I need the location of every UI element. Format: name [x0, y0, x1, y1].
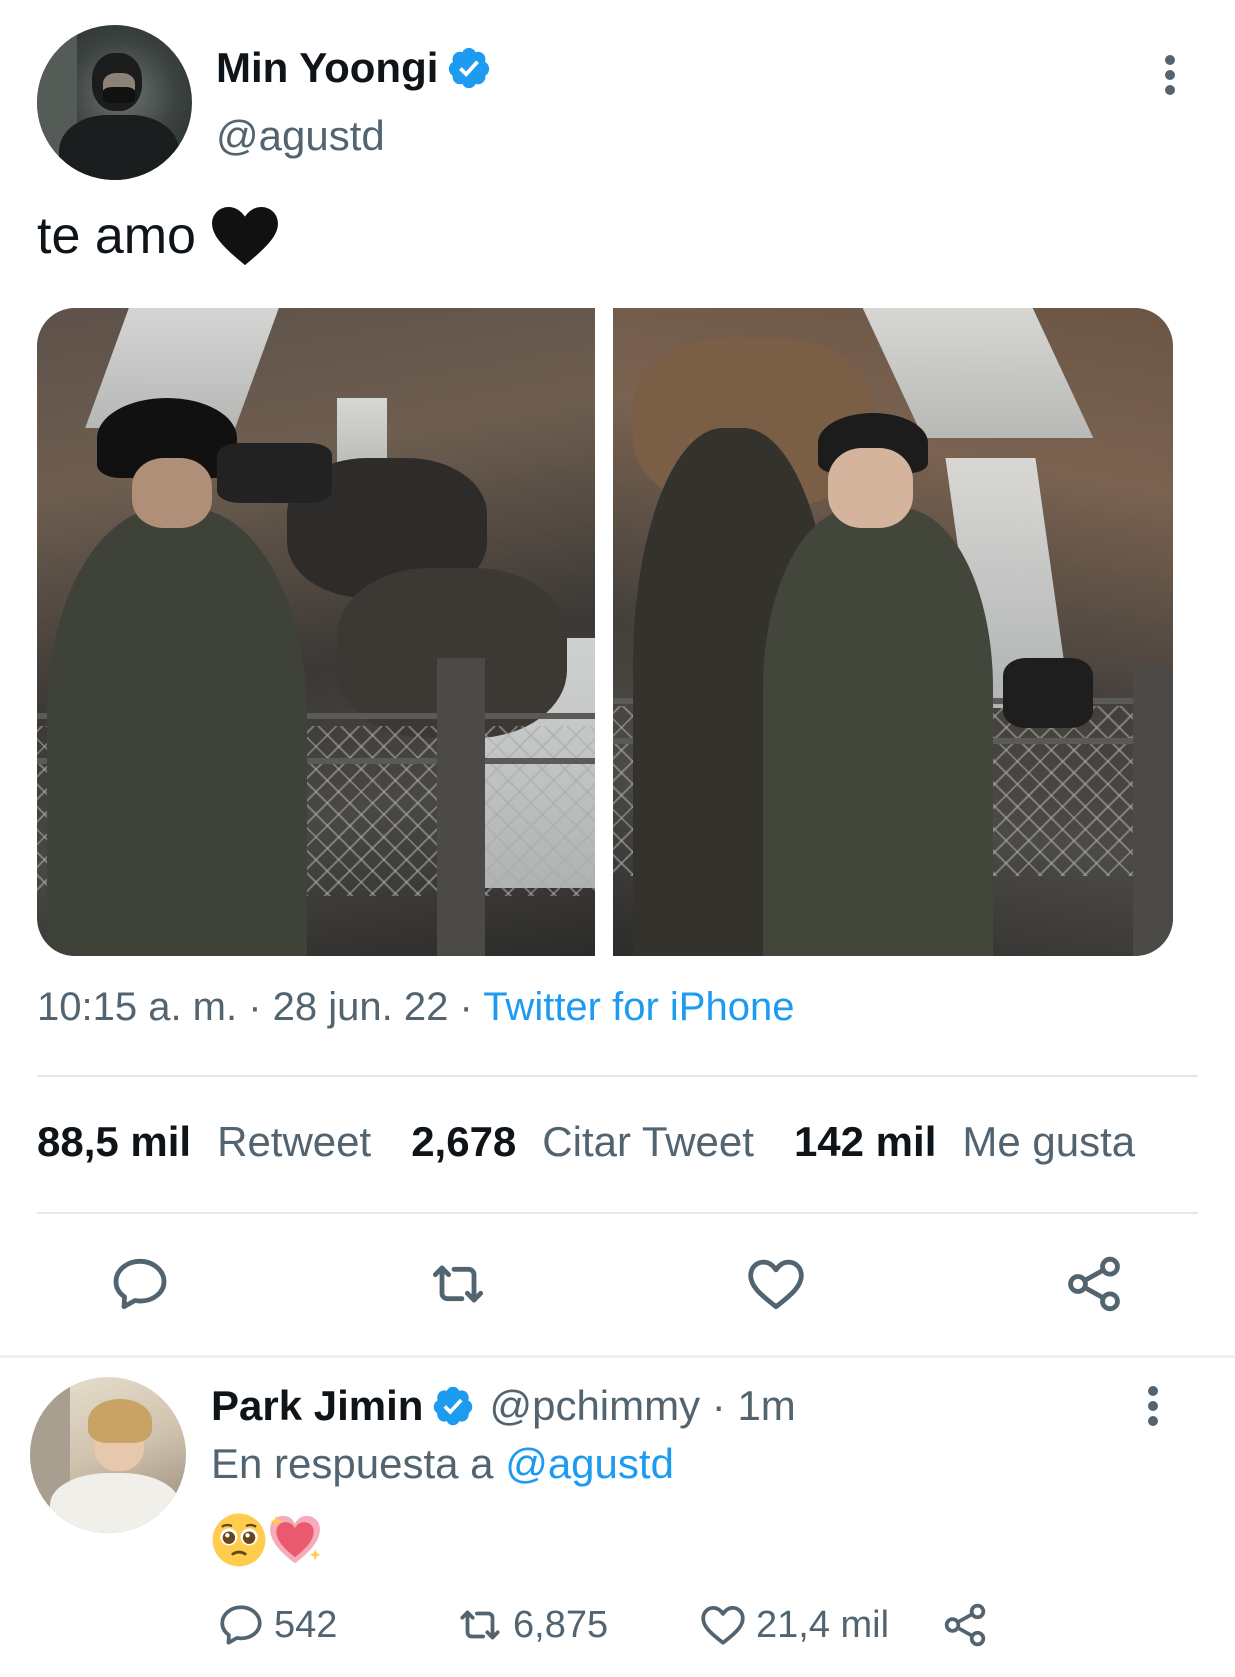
tweet-stats: 88,5 mil Retweet 2,678 Citar Tweet 142 mil…: [37, 1118, 1135, 1166]
tweet-meta: 10:15 a. m. · 28 jun. 22 · Twitter for i…: [37, 985, 794, 1030]
quotes-label: Citar Tweet: [542, 1118, 754, 1165]
like-icon: [701, 1606, 745, 1645]
divider: [37, 1075, 1198, 1077]
tweet-media[interactable]: [37, 308, 1173, 956]
tweet-photo-2[interactable]: [613, 308, 1173, 956]
author-name-row[interactable]: Min Yoongi: [216, 43, 492, 93]
more-options-icon[interactable]: [1155, 50, 1185, 100]
likes-stat[interactable]: 142 mil Me gusta: [794, 1118, 1135, 1166]
reply-time-separator: ·: [700, 1382, 738, 1429]
retweet-button[interactable]: [426, 1252, 490, 1316]
retweets-count: 88,5 mil: [37, 1118, 192, 1165]
tweet-photo-1[interactable]: [37, 308, 595, 956]
reply-time: 1m: [737, 1382, 796, 1429]
sparkling-heart-icon: [270, 1515, 321, 1564]
reply-like-button[interactable]: 21,4 mil: [698, 1600, 889, 1650]
like-button[interactable]: [744, 1252, 808, 1316]
reply-author-handle[interactable]: @pchimmy: [489, 1382, 700, 1430]
share-icon: [1068, 1256, 1120, 1312]
reply-button[interactable]: [108, 1252, 172, 1316]
author-name[interactable]: Min Yoongi: [216, 44, 438, 92]
reply-context: En respuesta a @agustd: [211, 1440, 674, 1488]
reply-author-name[interactable]: Park Jimin: [211, 1382, 423, 1430]
reply-prefix: En respuesta a: [211, 1440, 506, 1487]
likes-count: 142 mil: [793, 1118, 937, 1165]
reply-reply-button[interactable]: 542: [216, 1600, 337, 1650]
author-handle[interactable]: @agustd: [216, 112, 385, 160]
reply-retweets-count: 6,875: [513, 1603, 609, 1646]
reply-share-button[interactable]: [940, 1600, 998, 1650]
retweet-icon: [432, 1265, 484, 1303]
tweet-time: 10:15 a. m.: [37, 985, 238, 1029]
author-avatar[interactable]: [37, 25, 192, 180]
reply-replies-count: 542: [274, 1603, 338, 1646]
tweet-text: te amo: [37, 205, 280, 267]
reply-icon: [113, 1258, 167, 1310]
like-icon: [748, 1259, 804, 1310]
pleading-face-icon: [212, 1513, 266, 1567]
reply-icon: [220, 1605, 262, 1645]
retweet-icon: [460, 1610, 500, 1640]
quotes-count: 2,678: [411, 1118, 517, 1165]
reply-more-options-icon[interactable]: [1138, 1381, 1168, 1431]
black-heart-icon: [212, 206, 278, 266]
meta-separator: ·: [237, 985, 273, 1029]
tweet-text-body: te amo: [37, 207, 196, 265]
likes-label: Me gusta: [962, 1118, 1136, 1165]
tweet-date[interactable]: 28 jun. 22: [273, 985, 449, 1029]
share-icon: [944, 1603, 986, 1647]
reply-mention-link[interactable]: @agustd: [505, 1440, 674, 1487]
reply-retweet-button[interactable]: 6,875: [455, 1600, 608, 1650]
reply-text: [211, 1512, 323, 1568]
reply-likes-count: 21,4 mil: [756, 1603, 890, 1646]
divider: [37, 1212, 1198, 1214]
retweets-stat[interactable]: 88,5 mil Retweet: [37, 1118, 371, 1166]
share-button[interactable]: [1062, 1252, 1126, 1316]
reply-author-avatar[interactable]: [30, 1377, 186, 1533]
verified-badge-icon: [434, 1386, 473, 1426]
reply-header: Park Jimin @pchimmy · 1m: [211, 1382, 796, 1430]
retweets-label: Retweet: [217, 1118, 372, 1165]
verified-badge-icon: [449, 47, 490, 89]
meta-separator: ·: [448, 985, 484, 1029]
divider: [0, 1355, 1235, 1358]
tweet-source-link[interactable]: Twitter for iPhone: [483, 985, 794, 1029]
quotes-stat[interactable]: 2,678 Citar Tweet: [411, 1118, 754, 1166]
